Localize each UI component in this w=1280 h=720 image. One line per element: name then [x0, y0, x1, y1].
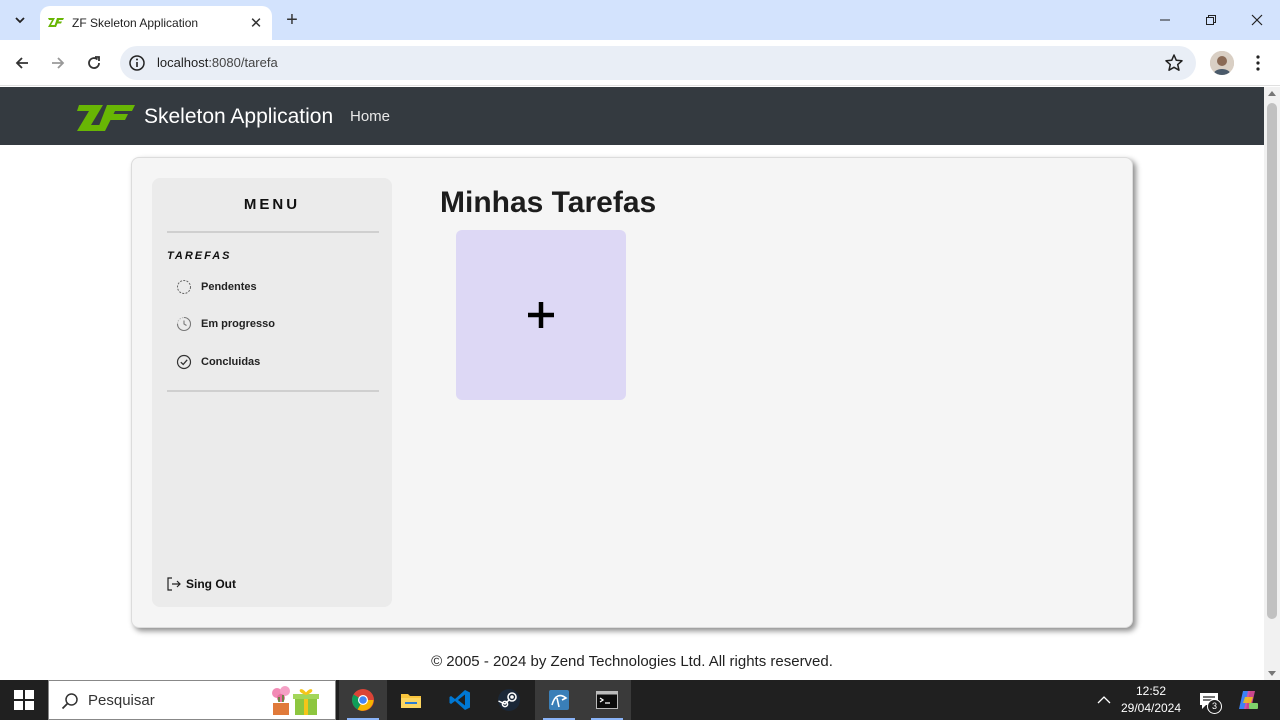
menu-divider-top: [167, 231, 379, 233]
url-text: localhost:8080/tarefa: [157, 55, 278, 70]
search-icon: [61, 693, 78, 710]
sidebar-item-label: Concluidas: [201, 356, 261, 368]
url-path: :8080/tarefa: [208, 55, 278, 70]
back-arrow-icon[interactable]: [10, 51, 34, 75]
sidebar: MENU TAREFAS Pendentes Em progresso Conc: [152, 178, 392, 607]
close-icon[interactable]: ✕: [246, 13, 266, 33]
tab-title: ZF Skeleton Application: [72, 16, 199, 30]
plus-icon: [528, 302, 554, 328]
taskbar-steam[interactable]: [485, 680, 533, 720]
window-close-icon[interactable]: [1234, 0, 1280, 40]
windows-taskbar: Pesquisar 12:52 29/04/2024 3: [0, 680, 1280, 720]
signout-link[interactable]: Sing Out: [166, 576, 236, 592]
sidebar-item-pendentes[interactable]: Pendentes: [176, 277, 257, 297]
taskbar-search-box[interactable]: Pesquisar: [48, 680, 336, 720]
scroll-up-arrow-icon[interactable]: [1268, 91, 1276, 96]
taskbar-terminal[interactable]: [583, 680, 631, 720]
app-navbar: Skeleton Application Home: [0, 87, 1264, 145]
minimize-icon[interactable]: [1142, 0, 1188, 40]
clock-time: 12:52: [1135, 684, 1167, 698]
system-clock[interactable]: 12:52 29/04/2024: [1118, 683, 1184, 717]
address-bar[interactable]: localhost:8080/tarefa: [120, 46, 1196, 80]
sidebar-item-concluidas[interactable]: Concluidas: [176, 352, 260, 372]
chevron-up-icon[interactable]: [1097, 693, 1111, 707]
content-card: MENU TAREFAS Pendentes Em progresso Conc: [131, 157, 1133, 628]
tab-search-dropdown-icon[interactable]: [8, 8, 32, 32]
page-footer: © 2005 - 2024 by Zend Technologies Ltd. …: [431, 653, 833, 670]
notification-count-badge: 3: [1207, 699, 1222, 714]
profile-avatar[interactable]: [1210, 51, 1234, 75]
terminal-icon: [596, 691, 618, 709]
taskbar-chrome[interactable]: [339, 680, 387, 720]
page-title: Minhas Tarefas: [440, 186, 657, 219]
steam-icon: [498, 689, 520, 711]
url-host: localhost: [157, 55, 209, 70]
windows-start-icon[interactable]: [14, 690, 34, 710]
site-info-icon[interactable]: [128, 54, 146, 72]
add-task-button[interactable]: [456, 230, 626, 400]
page-viewport: Skeleton Application Home MENU TAREFAS P…: [0, 87, 1264, 680]
browser-menu-icon[interactable]: [1248, 51, 1268, 75]
file-explorer-icon: [401, 694, 421, 708]
forward-arrow-icon[interactable]: [46, 51, 70, 75]
browser-tab-bar: ZF Skeleton Application ✕ +: [0, 0, 1280, 40]
circle-dashed-icon: [176, 279, 192, 295]
scroll-down-arrow-icon[interactable]: [1268, 671, 1276, 676]
menu-title: MENU: [243, 196, 301, 213]
vscode-icon: [449, 690, 470, 710]
zf-logo-icon[interactable]: [77, 103, 135, 133]
sidebar-item-label: Pendentes: [201, 281, 257, 293]
check-circle-icon: [176, 354, 192, 370]
nav-home-link[interactable]: Home: [350, 108, 390, 125]
bookmark-star-icon[interactable]: [1164, 53, 1184, 73]
taskbar-file-explorer[interactable]: [387, 680, 435, 720]
taskbar-vscode[interactable]: [436, 680, 484, 720]
zf-favicon-icon: [48, 15, 64, 31]
mysql-workbench-icon: [549, 690, 569, 710]
page-scrollbar[interactable]: [1264, 87, 1280, 680]
navbar-brand[interactable]: Skeleton Application: [144, 105, 333, 129]
menu-divider-bottom: [167, 390, 379, 392]
reload-icon[interactable]: [82, 51, 106, 75]
new-tab-plus-icon[interactable]: +: [282, 9, 302, 31]
copilot-icon[interactable]: [1236, 689, 1258, 711]
logout-icon: [166, 576, 182, 592]
clock-date: 29/04/2024: [1120, 701, 1182, 715]
browser-tab-active[interactable]: ZF Skeleton Application ✕: [40, 6, 272, 40]
restore-icon[interactable]: [1188, 0, 1234, 40]
section-label-tarefas: TAREFAS: [167, 250, 232, 262]
chrome-icon: [352, 689, 374, 711]
taskbar-mysql-workbench[interactable]: [535, 680, 583, 720]
search-placeholder: Pesquisar: [88, 692, 155, 709]
scroll-thumb[interactable]: [1267, 103, 1277, 619]
clock-progress-icon: [176, 316, 192, 332]
search-highlight-flowers-gift-icon: [272, 686, 319, 715]
sidebar-item-label: Em progresso: [201, 318, 275, 330]
browser-toolbar: localhost:8080/tarefa: [0, 40, 1280, 86]
sidebar-item-em-progresso[interactable]: Em progresso: [176, 314, 275, 334]
signout-label: Sing Out: [186, 577, 236, 591]
